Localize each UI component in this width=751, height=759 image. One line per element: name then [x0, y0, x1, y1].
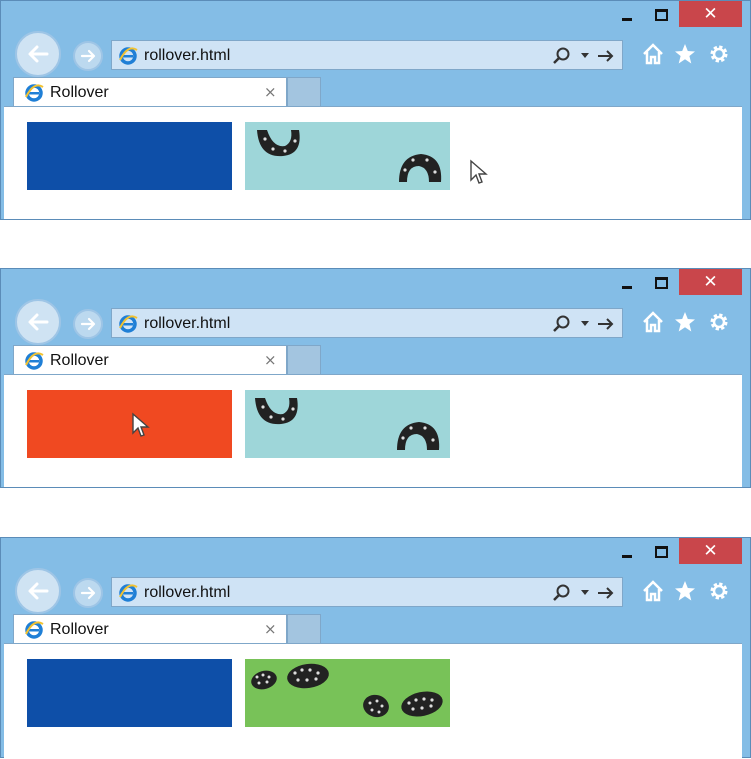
- ie-logo-icon: [25, 621, 44, 639]
- tab-rollover[interactable]: Rollover ×: [13, 77, 287, 107]
- dropdown-icon[interactable]: [580, 589, 590, 597]
- go-arrow-icon[interactable]: [596, 583, 616, 603]
- footprint-icon: [363, 694, 389, 718]
- cursor-icon: [470, 159, 488, 184]
- tab-rollover[interactable]: Rollover ×: [13, 345, 287, 375]
- back-button[interactable]: [15, 568, 61, 614]
- star-icon[interactable]: [673, 309, 697, 335]
- ie-logo-icon: [25, 84, 44, 102]
- dropdown-icon[interactable]: [580, 52, 590, 60]
- maximize-button[interactable]: [647, 538, 675, 566]
- gear-icon[interactable]: [707, 309, 731, 335]
- search-icon[interactable]: [552, 314, 572, 334]
- forward-button[interactable]: [73, 578, 103, 608]
- page-content: [4, 643, 742, 759]
- tab-title: Rollover: [50, 621, 109, 638]
- forward-arrow-icon: [80, 317, 96, 331]
- forward-button[interactable]: [73, 41, 103, 71]
- url-text: rollover.html: [144, 315, 231, 332]
- forward-arrow-icon: [80, 49, 96, 63]
- address-bar[interactable]: rollover.html: [111, 577, 623, 607]
- tab-title: Rollover: [50, 352, 109, 369]
- ie-logo-icon: [119, 584, 138, 602]
- url-text: rollover.html: [144, 47, 231, 64]
- browser-window-2: ✕ rollover.html Rollover ×: [0, 268, 751, 488]
- horseshoe-image: [245, 390, 450, 458]
- close-button[interactable]: ✕: [679, 538, 742, 564]
- back-button[interactable]: [15, 31, 61, 77]
- search-icon[interactable]: [552, 583, 572, 603]
- address-bar[interactable]: rollover.html: [111, 308, 623, 338]
- back-arrow-icon: [28, 582, 49, 600]
- home-icon[interactable]: [641, 578, 665, 604]
- dropdown-icon[interactable]: [580, 320, 590, 328]
- horseshoe-icon: [399, 154, 442, 182]
- minimize-button[interactable]: [613, 538, 641, 566]
- footprint-icon: [287, 663, 329, 689]
- new-tab-button[interactable]: [287, 614, 321, 644]
- horseshoe-image: [245, 122, 450, 190]
- star-icon[interactable]: [673, 41, 697, 67]
- page-content: [4, 106, 742, 219]
- tab-rollover[interactable]: Rollover ×: [13, 614, 287, 644]
- tab-close-button[interactable]: ×: [264, 351, 277, 369]
- forward-button[interactable]: [73, 309, 103, 339]
- go-arrow-icon[interactable]: [596, 46, 616, 66]
- rollover-link[interactable]: [27, 659, 232, 727]
- close-button[interactable]: ✕: [679, 269, 742, 295]
- ie-logo-icon: [119, 47, 138, 65]
- minimize-button[interactable]: [613, 269, 641, 297]
- browser-window-1: ✕ rollover.html Rollover ×: [0, 0, 751, 220]
- footprint-icon: [251, 670, 277, 690]
- new-tab-button[interactable]: [287, 77, 321, 107]
- tab-title: Rollover: [50, 84, 109, 101]
- forward-arrow-icon: [80, 586, 96, 600]
- minimize-button[interactable]: [613, 1, 641, 29]
- cursor-icon: [132, 412, 150, 437]
- horseshoe-icon: [257, 130, 300, 157]
- ie-logo-icon: [25, 352, 44, 370]
- home-icon[interactable]: [641, 309, 665, 335]
- home-icon[interactable]: [641, 41, 665, 67]
- url-text: rollover.html: [144, 584, 231, 601]
- maximize-button[interactable]: [647, 269, 675, 297]
- star-icon[interactable]: [673, 578, 697, 604]
- back-button[interactable]: [15, 299, 61, 345]
- page-content: [4, 374, 742, 487]
- tab-close-button[interactable]: ×: [264, 83, 277, 101]
- maximize-button[interactable]: [647, 1, 675, 29]
- rollover-link-hover[interactable]: [27, 390, 232, 458]
- go-arrow-icon[interactable]: [596, 314, 616, 334]
- tab-close-button[interactable]: ×: [264, 620, 277, 638]
- address-bar[interactable]: rollover.html: [111, 40, 623, 70]
- gear-icon[interactable]: [707, 41, 731, 67]
- search-icon[interactable]: [552, 46, 572, 66]
- back-arrow-icon: [28, 45, 49, 63]
- horseshoe-icon: [255, 398, 298, 425]
- new-tab-button[interactable]: [287, 345, 321, 375]
- browser-window-3: ✕ rollover.html Rollover ×: [0, 537, 751, 759]
- footprints-image: [245, 659, 450, 727]
- close-button[interactable]: ✕: [679, 1, 742, 27]
- back-arrow-icon: [28, 313, 49, 331]
- horseshoe-icon: [397, 422, 440, 450]
- rollover-link[interactable]: [27, 122, 232, 190]
- footprint-icon: [401, 691, 443, 717]
- ie-logo-icon: [119, 315, 138, 333]
- gear-icon[interactable]: [707, 578, 731, 604]
